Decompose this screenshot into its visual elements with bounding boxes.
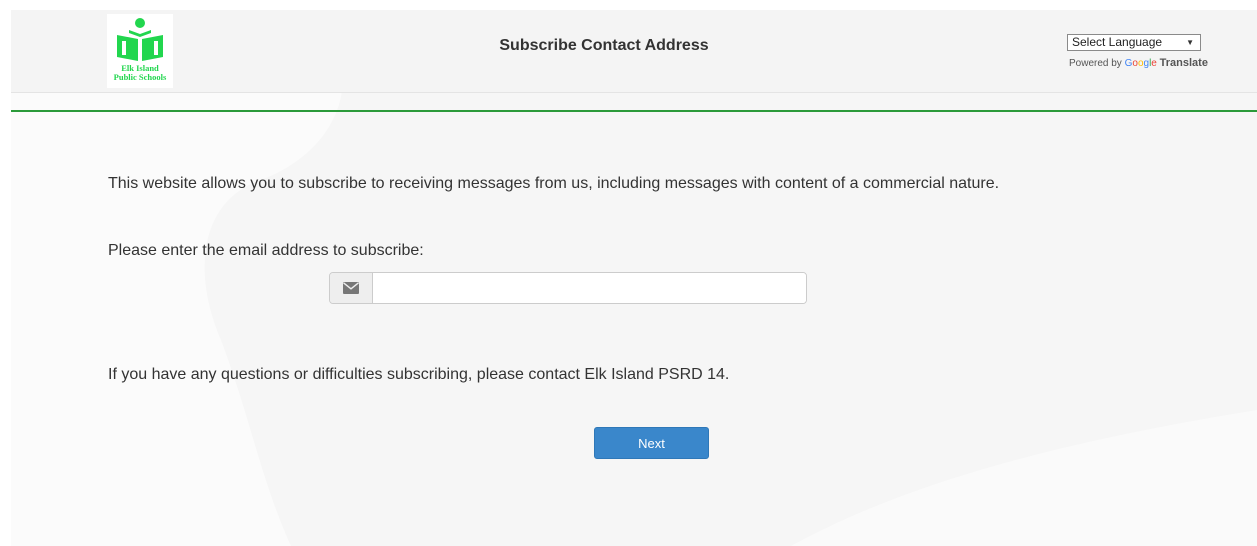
envelope-icon bbox=[343, 282, 359, 294]
next-button[interactable]: Next bbox=[594, 427, 709, 459]
language-select-value: Select Language bbox=[1072, 35, 1163, 49]
logo-text: Elk Island Public Schools bbox=[113, 63, 167, 82]
header-divider bbox=[11, 110, 1257, 112]
help-text: If you have any questions or difficultie… bbox=[108, 366, 730, 383]
intro-text: This website allows you to subscribe to … bbox=[108, 175, 1000, 192]
email-addon bbox=[330, 273, 373, 303]
translate-link[interactable]: Translate bbox=[1160, 57, 1208, 69]
powered-by-label: Powered by bbox=[1069, 58, 1122, 69]
page-frame: Elk Island Public Schools Subscribe Cont… bbox=[11, 10, 1257, 546]
email-input-group bbox=[329, 272, 807, 304]
google-logo-text: Google bbox=[1124, 58, 1157, 69]
language-select[interactable]: Select Language ▼ bbox=[1067, 34, 1201, 51]
header-bar: Elk Island Public Schools Subscribe Cont… bbox=[11, 10, 1257, 93]
powered-by-google-translate[interactable]: Powered by Google Translate bbox=[1069, 57, 1208, 69]
chevron-down-icon: ▼ bbox=[1186, 38, 1194, 47]
email-prompt-label: Please enter the email address to subscr… bbox=[108, 242, 424, 259]
email-input[interactable] bbox=[373, 273, 806, 303]
